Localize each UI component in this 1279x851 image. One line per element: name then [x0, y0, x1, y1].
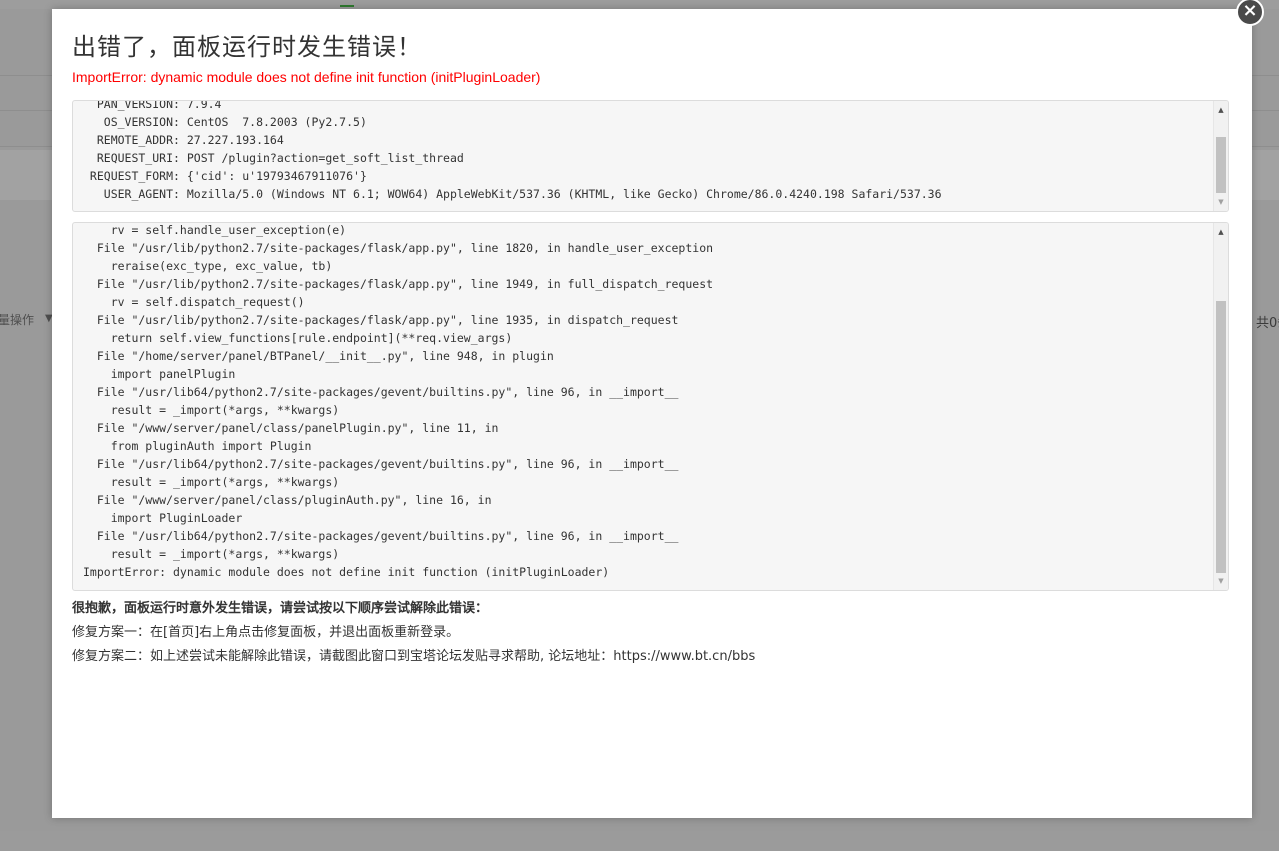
error-dialog: 出错了，面板运行时发生错误！ ImportError: dynamic modu…: [52, 9, 1252, 818]
vertical-scrollbar[interactable]: ▲ ▼: [1213, 101, 1228, 211]
close-icon[interactable]: ×: [1236, 0, 1264, 26]
environment-info-text: PAN_VERSION: 7.9.4 OS_VERSION: CentOS 7.…: [89, 100, 942, 201]
scrollbar-thumb[interactable]: [1216, 137, 1226, 193]
vertical-scrollbar[interactable]: ▲ ▼: [1213, 223, 1228, 590]
batch-operation-select: 量操作: [0, 313, 35, 327]
traceback-box[interactable]: rv = self.handle_user_exception(e) File …: [72, 222, 1229, 591]
background-active-tab-indicator: [340, 5, 354, 7]
advice-heading: 很抱歉，面板运行时意外发生错误，请尝试按以下顺序尝试解除此错误：: [72, 601, 489, 616]
scroll-down-icon[interactable]: ▼: [1214, 195, 1228, 209]
traceback-text: rv = self.handle_user_exception(e) File …: [83, 223, 714, 579]
scroll-up-icon[interactable]: ▲: [1214, 225, 1228, 239]
dialog-title: 出错了，面板运行时发生错误！: [72, 33, 422, 61]
background-footer: [0, 831, 1279, 851]
scroll-up-icon[interactable]: ▲: [1214, 103, 1228, 117]
fix-option-one: 修复方案一：在[首页]右上角点击修复面板，并退出面板重新登录。: [72, 625, 460, 640]
background-top-bar: [0, 0, 1279, 9]
environment-info-box[interactable]: PAN_VERSION: 7.9.4 OS_VERSION: CentOS 7.…: [72, 100, 1229, 212]
error-message: ImportError: dynamic module does not def…: [72, 69, 541, 85]
total-count-label: 共0条: [1256, 316, 1279, 331]
scroll-down-icon[interactable]: ▼: [1214, 574, 1228, 588]
fix-option-two: 修复方案二：如上述尝试未能解除此错误，请截图此窗口到宝塔论坛发贴寻求帮助, 论坛…: [72, 649, 756, 664]
scrollbar-thumb[interactable]: [1216, 301, 1226, 573]
